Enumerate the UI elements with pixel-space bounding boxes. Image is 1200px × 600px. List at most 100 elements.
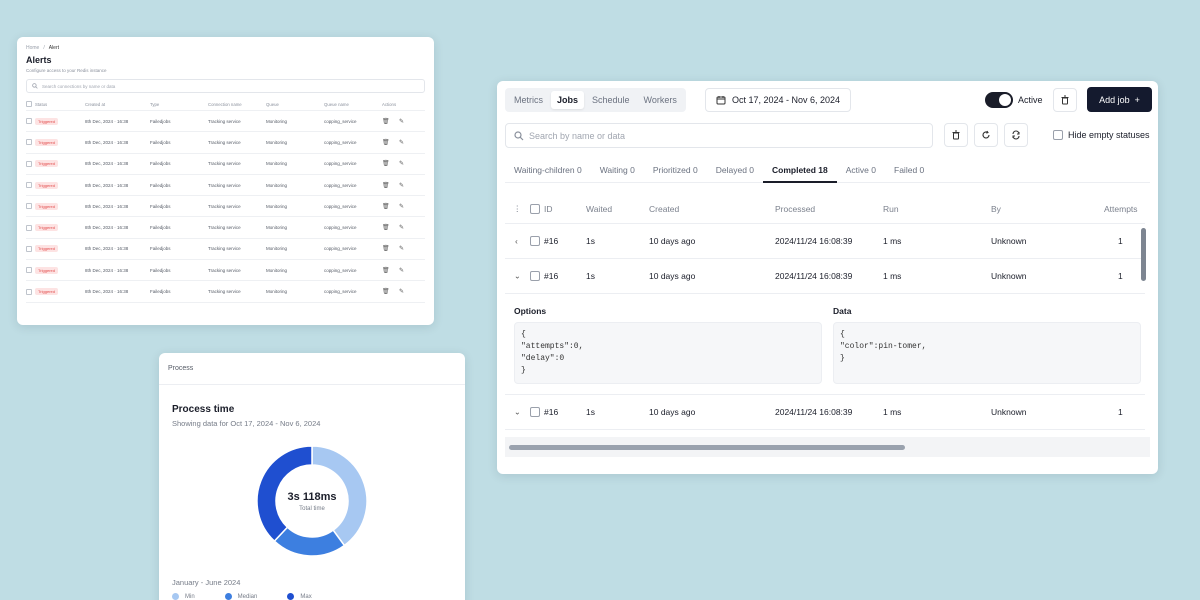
table-row[interactable]: Triggered 8th Dec, 2024 · 16:38 Failedjobs… <box>26 281 425 303</box>
alerts-search-input[interactable]: Search connections by name or data <box>26 79 425 93</box>
trash-icon[interactable]: 🗑 <box>382 139 399 146</box>
status-tab-prioritized[interactable]: Prioritized 0 <box>644 160 707 183</box>
search-field[interactable] <box>505 123 933 148</box>
column-menu-icon[interactable]: ⋮ <box>513 203 522 214</box>
row-checkbox[interactable] <box>26 118 32 125</box>
trash-icon[interactable]: 🗑 <box>382 118 399 125</box>
hide-empty-checkbox[interactable] <box>1053 130 1063 140</box>
trash-icon[interactable]: 🗑 <box>382 224 399 231</box>
table-row[interactable]: Triggered 8th Dec, 2024 · 16:38 Failedjobs… <box>26 111 425 133</box>
row-checkbox[interactable] <box>26 203 32 210</box>
column-header-waited[interactable]: Waited <box>586 204 612 214</box>
pencil-icon[interactable]: ✎ <box>399 139 409 146</box>
column-header[interactable]: Queue name <box>324 102 382 107</box>
process-subtitle: Showing data for Oct 17, 2024 - Nov 6, 2… <box>172 419 321 428</box>
status-tab-waiting[interactable]: Waiting 0 <box>591 160 644 183</box>
row-checkbox[interactable] <box>26 160 32 167</box>
alerts-panel: Home / Alert Alerts Configure access to … <box>17 37 434 325</box>
status-tab-completed[interactable]: Completed 18 <box>763 160 837 183</box>
options-json[interactable]: { "attempts":0, "delay":0 } <box>514 322 822 384</box>
tab-jobs[interactable]: Jobs <box>551 91 585 109</box>
pencil-icon[interactable]: ✎ <box>399 203 409 210</box>
row-checkbox[interactable] <box>530 236 540 246</box>
trash-icon[interactable]: 🗑 <box>382 160 399 167</box>
column-header-processed[interactable]: Processed <box>775 204 815 214</box>
pencil-icon[interactable]: ✎ <box>399 160 409 167</box>
status-tab-failed[interactable]: Failed 0 <box>885 160 933 183</box>
status-tab-active[interactable]: Active 0 <box>837 160 885 183</box>
column-header[interactable]: Connection name <box>208 102 266 107</box>
add-job-button[interactable]: Add job + <box>1087 87 1152 112</box>
pencil-icon[interactable]: ✎ <box>399 245 409 252</box>
active-toggle[interactable] <box>985 92 1013 108</box>
chevron-left-icon[interactable]: ‹ <box>515 236 518 246</box>
row-checkbox[interactable] <box>530 271 540 281</box>
page-subtitle: Configure access to your Redis instance <box>26 68 107 73</box>
table-row[interactable]: Triggered 8th Dec, 2024 · 16:38 Failedjobs… <box>26 132 425 154</box>
select-all-checkbox[interactable] <box>26 101 32 107</box>
data-json[interactable]: { "color":pin-tomer, } <box>833 322 1141 384</box>
refresh-button[interactable] <box>1004 123 1028 147</box>
active-toggle-label: Active <box>1018 95 1043 105</box>
retry-button[interactable] <box>974 123 998 147</box>
breadcrumb-home[interactable]: Home <box>26 45 39 51</box>
column-header[interactable]: Status <box>35 102 85 107</box>
search-input[interactable] <box>529 130 909 141</box>
column-header[interactable]: Queue <box>266 102 324 107</box>
chevron-down-icon[interactable]: ⌄ <box>514 272 521 281</box>
row-checkbox[interactable] <box>26 245 32 252</box>
column-header[interactable]: Created at <box>85 102 150 107</box>
select-all-checkbox[interactable] <box>530 203 540 214</box>
pencil-icon[interactable]: ✎ <box>399 182 409 189</box>
tab-workers[interactable]: Workers <box>638 91 683 109</box>
row-checkbox[interactable] <box>26 288 32 295</box>
cell-connection: Tracking service <box>208 203 241 209</box>
jobs-panel: Metrics Jobs Schedule Workers Oct 17, 20… <box>497 81 1158 474</box>
cell-queue-name: copping_service <box>324 203 357 209</box>
column-header-attempts[interactable]: Attempts <box>1104 204 1138 214</box>
column-header-run[interactable]: Run <box>883 204 899 214</box>
tab-metrics[interactable]: Metrics <box>508 91 549 109</box>
date-range-picker[interactable]: Oct 17, 2024 - Nov 6, 2024 <box>705 88 852 112</box>
table-row[interactable]: ‹ #16 1s 10 days ago 2024/11/24 16:08:39… <box>505 224 1145 259</box>
clear-button[interactable] <box>944 123 968 147</box>
table-row[interactable]: Triggered 8th Dec, 2024 · 16:38 Failedjobs… <box>26 154 425 175</box>
delete-button[interactable] <box>1053 88 1077 112</box>
column-header[interactable]: Type <box>150 102 208 107</box>
table-row[interactable]: Triggered 8th Dec, 2024 · 16:38 Failedjobs… <box>26 217 425 239</box>
vertical-scrollbar[interactable] <box>1141 228 1146 281</box>
trash-icon[interactable]: 🗑 <box>382 288 399 295</box>
status-badge: Triggered <box>35 288 58 296</box>
status-tab-delayed[interactable]: Delayed 0 <box>707 160 763 183</box>
row-checkbox[interactable] <box>26 182 32 189</box>
table-row[interactable]: Triggered 8th Dec, 2024 · 16:38 Failedjobs… <box>26 260 425 282</box>
trash-icon[interactable]: 🗑 <box>382 182 399 189</box>
cell-queue: Monitoring <box>266 139 288 145</box>
trash-icon[interactable]: 🗑 <box>382 203 399 210</box>
trash-icon[interactable]: 🗑 <box>382 245 399 252</box>
table-row[interactable]: Triggered 8th Dec, 2024 · 16:38 Failedjobs… <box>26 196 425 218</box>
chevron-down-icon[interactable]: ⌄ <box>514 408 521 417</box>
pencil-icon[interactable]: ✎ <box>399 224 409 231</box>
hide-empty-toggle[interactable]: Hide empty statuses <box>1053 130 1150 140</box>
trash-icon[interactable]: 🗑 <box>382 267 399 274</box>
table-row[interactable]: Triggered 8th Dec, 2024 · 16:38 Failedjobs… <box>26 239 425 261</box>
horizontal-scrollbar[interactable] <box>509 445 905 450</box>
row-checkbox[interactable] <box>26 224 32 231</box>
column-header-id[interactable]: ID <box>544 204 553 214</box>
alerts-table-header: Status Created at Type Connection name Q… <box>26 98 425 111</box>
table-row[interactable]: ⌄ #16 1s 10 days ago 2024/11/24 16:08:39… <box>505 259 1145 294</box>
table-row[interactable]: Triggered 8th Dec, 2024 · 16:38 Failedjobs… <box>26 175 425 197</box>
cell-connection: Tracking service <box>208 118 241 124</box>
row-checkbox[interactable] <box>26 139 32 146</box>
row-checkbox[interactable] <box>530 407 540 417</box>
column-header-created[interactable]: Created <box>649 204 679 214</box>
table-row[interactable]: ⌄ #16 1s 10 days ago 2024/11/24 16:08:39… <box>505 395 1145 430</box>
column-header-by[interactable]: By <box>991 204 1001 214</box>
pencil-icon[interactable]: ✎ <box>399 288 409 295</box>
status-tab-waiting-children[interactable]: Waiting-children 0 <box>505 160 591 183</box>
pencil-icon[interactable]: ✎ <box>399 118 409 125</box>
row-checkbox[interactable] <box>26 267 32 274</box>
tab-schedule[interactable]: Schedule <box>586 91 636 109</box>
pencil-icon[interactable]: ✎ <box>399 267 409 274</box>
